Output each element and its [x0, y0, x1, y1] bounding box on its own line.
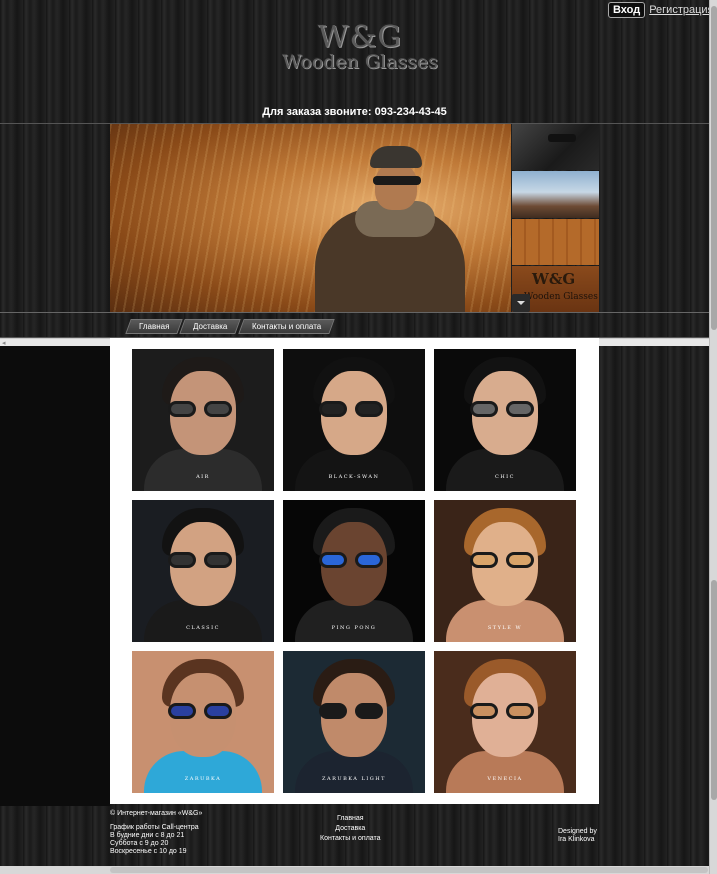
product-name[interactable]: PING PONG — [283, 625, 425, 631]
auth-links: Вход Регистрация — [608, 2, 714, 18]
product-name[interactable]: BLACK-SWAN — [283, 474, 425, 480]
product-name[interactable]: AIR — [132, 474, 274, 480]
site-logo[interactable]: W&G Wooden Glasses — [280, 20, 440, 73]
thumb-logo-sub: Wooden Glasses — [524, 291, 598, 302]
sunglasses-icon — [319, 401, 347, 417]
designer-name: Ira Klinkova — [558, 836, 595, 843]
banner-thumb-3[interactable] — [512, 218, 599, 265]
nav-item-delivery[interactable]: Доставка — [179, 319, 242, 334]
product-card[interactable]: ZARUBKA — [132, 651, 274, 793]
scrollbar-thumb-main[interactable] — [711, 580, 717, 800]
vertical-scrollbar[interactable] — [709, 0, 717, 874]
footer-link-contacts[interactable]: Контакты и оплата — [320, 834, 381, 844]
logo-main-text: W&G — [317, 20, 403, 55]
product-name[interactable]: ZARUBKA LIGHT — [283, 776, 425, 782]
login-button[interactable]: Вход — [608, 2, 646, 18]
logo-sub-text: Wooden Glasses — [282, 51, 438, 73]
scrollbar-thumb-horizontal[interactable] — [110, 867, 708, 873]
product-card[interactable]: BLACK-SWAN — [283, 349, 425, 491]
main-nav: Главная Доставка Контакты и оплата — [125, 319, 335, 334]
footer-credits: Designed by Ira Klinkova — [558, 828, 597, 844]
sunglasses-icon — [470, 552, 498, 568]
product-card[interactable]: STYLE W — [434, 500, 576, 642]
footer-links: Главная Доставка Контакты и оплата — [320, 814, 381, 844]
thumb-logo-main: W&G — [532, 269, 576, 288]
sunglasses-icon — [319, 552, 347, 568]
banner-thumbnails: W&G Wooden Glasses — [512, 124, 599, 312]
schedule-weekdays: В будние дни с 8 до 21 — [110, 832, 185, 839]
product-card[interactable]: PING PONG — [283, 500, 425, 642]
product-name[interactable]: CLASSIC — [132, 625, 274, 631]
product-card[interactable]: AIR — [132, 349, 274, 491]
banner-slider: W&G Wooden Glasses — [110, 124, 599, 312]
sunglasses-icon — [319, 703, 347, 719]
product-card[interactable]: CLASSIC — [132, 500, 274, 642]
order-phone: Для заказа звоните: 093-234-43-45 — [262, 106, 447, 118]
banner-model — [315, 146, 465, 312]
product-catalog: AIR BLACK-SWAN CHIC CLASSIC PING PONG STYLE W… — [110, 338, 599, 804]
copyright: © Интернет-магазин «W&G» — [110, 810, 203, 817]
nav-item-contacts[interactable]: Контакты и оплата — [238, 319, 335, 334]
left-column — [0, 346, 110, 806]
nav-bar — [0, 312, 709, 338]
footer: © Интернет-магазин «W&G» График работы C… — [110, 806, 599, 864]
banner-main-image[interactable] — [110, 124, 511, 312]
sunglasses-icon — [470, 401, 498, 417]
sunglasses-icon — [168, 552, 196, 568]
product-name[interactable]: STYLE W — [434, 625, 576, 631]
horizontal-scrollbar-bottom[interactable] — [0, 866, 709, 874]
footer-link-delivery[interactable]: Доставка — [320, 824, 381, 834]
sunglasses-icon — [168, 401, 196, 417]
product-card[interactable]: ZARUBKA LIGHT — [283, 651, 425, 793]
product-name[interactable]: VENECIA — [434, 776, 576, 782]
sunglasses-icon — [470, 703, 498, 719]
footer-info: © Интернет-магазин «W&G» График работы C… — [110, 810, 202, 856]
footer-link-home[interactable]: Главная — [320, 814, 381, 824]
product-name[interactable]: CHIC — [434, 474, 576, 480]
register-link[interactable]: Регистрация — [649, 4, 713, 16]
product-card[interactable]: CHIC — [434, 349, 576, 491]
sunglasses-icon — [168, 703, 196, 719]
schedule-saturday: Суббота с 9 до 20 — [110, 840, 169, 847]
schedule-sunday: Воскресенье с 10 до 19 — [110, 848, 187, 855]
product-grid: AIR BLACK-SWAN CHIC CLASSIC PING PONG STYLE W… — [132, 349, 576, 793]
product-card[interactable]: VENECIA — [434, 651, 576, 793]
scrollbar-thumb-top[interactable] — [711, 6, 717, 330]
nav-item-home[interactable]: Главная — [125, 319, 184, 334]
product-name[interactable]: ZARUBKA — [132, 776, 274, 782]
designed-by-label: Designed by — [558, 828, 597, 835]
banner-thumb-1[interactable] — [512, 124, 599, 171]
chevron-down-icon[interactable] — [512, 294, 530, 312]
schedule-title: График работы Call-центра — [110, 824, 199, 831]
banner-thumb-2[interactable] — [512, 171, 599, 218]
